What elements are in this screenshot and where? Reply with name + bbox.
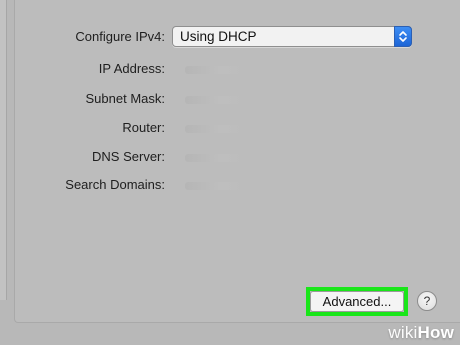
network-settings-screen: Configure IPv4: Using DHCP IP Address: S… xyxy=(0,0,460,345)
subnet-mask-value xyxy=(185,96,245,104)
wikihow-watermark: wikiHow xyxy=(388,323,454,343)
watermark-wiki: wiki xyxy=(388,323,418,342)
subnet-mask-label: Subnet Mask: xyxy=(85,91,166,106)
configure-ipv4-select[interactable]: Using DHCP xyxy=(172,26,412,47)
help-button[interactable]: ? xyxy=(417,291,437,311)
network-settings-panel: Configure IPv4: Using DHCP IP Address: S… xyxy=(14,0,460,323)
chevron-updown-icon[interactable] xyxy=(394,26,412,47)
search-domains-value xyxy=(185,182,245,190)
advanced-button[interactable]: Advanced... xyxy=(310,291,404,312)
watermark-how: How xyxy=(417,323,454,342)
configure-ipv4-value: Using DHCP xyxy=(180,29,257,44)
ip-address-label: IP Address: xyxy=(98,61,165,76)
router-label: Router: xyxy=(122,120,165,135)
search-domains-label: Search Domains: xyxy=(65,177,165,192)
router-value xyxy=(185,125,245,133)
dns-server-value xyxy=(185,154,245,162)
configure-ipv4-label: Configure IPv4: xyxy=(75,29,165,44)
dns-server-label: DNS Server: xyxy=(92,149,165,164)
ip-address-value xyxy=(185,66,245,74)
sidebar-edge xyxy=(0,0,7,300)
